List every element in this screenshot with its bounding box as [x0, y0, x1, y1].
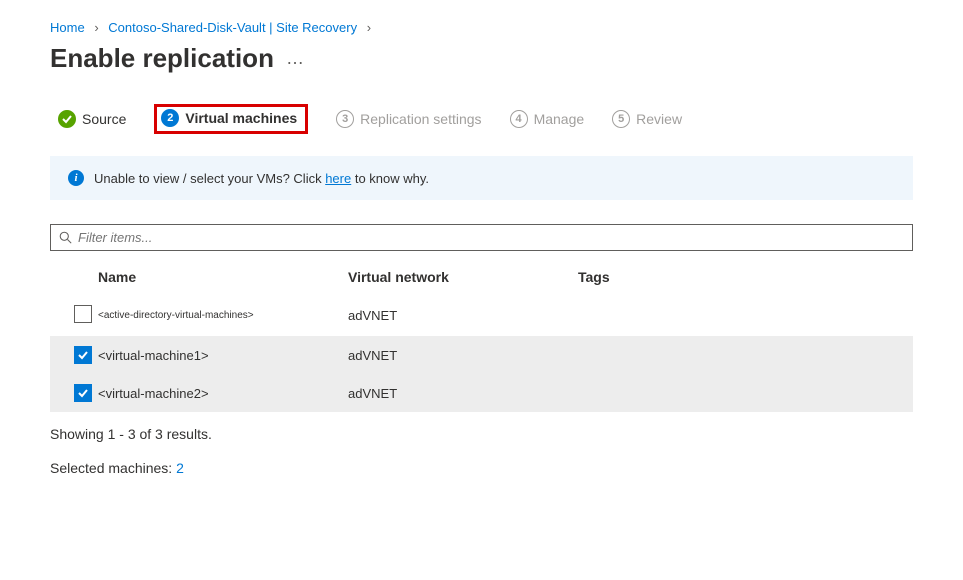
vm-name: <active-directory-virtual-machines>: [98, 310, 348, 321]
chevron-right-icon: ›: [367, 20, 371, 35]
chevron-right-icon: ›: [94, 20, 98, 35]
breadcrumb-home[interactable]: Home: [50, 20, 85, 35]
vm-table: Name Virtual network Tags <active-direct…: [50, 261, 913, 412]
results-count: Showing 1 - 3 of 3 results.: [50, 426, 913, 442]
column-network[interactable]: Virtual network: [348, 269, 578, 285]
info-text: Unable to view / select your VMs? Click …: [94, 171, 429, 186]
step-number-icon: 4: [510, 110, 528, 128]
wizard-steps: Source 2 Virtual machines 3 Replication …: [50, 104, 913, 134]
vm-name: <virtual-machine1>: [98, 348, 348, 363]
table-header: Name Virtual network Tags: [50, 261, 913, 295]
step-number-icon: 3: [336, 110, 354, 128]
selected-count: Selected machines: 2: [50, 460, 913, 476]
step-label: Virtual machines: [185, 110, 297, 126]
table-row[interactable]: <virtual-machine2>adVNET: [50, 374, 913, 412]
step-number-icon: 2: [161, 109, 179, 127]
vm-name: <virtual-machine2>: [98, 386, 348, 401]
page-title: Enable replication: [50, 43, 274, 74]
step-label: Replication settings: [360, 111, 481, 127]
step-label: Review: [636, 111, 682, 127]
table-row[interactable]: <active-directory-virtual-machines>adVNE…: [50, 295, 913, 336]
breadcrumb-vault[interactable]: Contoso-Shared-Disk-Vault | Site Recover…: [108, 20, 357, 35]
column-tags[interactable]: Tags: [578, 269, 913, 285]
row-checkbox[interactable]: [74, 384, 92, 402]
step-highlight: 2 Virtual machines: [154, 104, 308, 134]
vm-network: adVNET: [348, 308, 578, 323]
breadcrumb: Home › Contoso-Shared-Disk-Vault | Site …: [50, 20, 913, 35]
filter-input[interactable]: [78, 230, 904, 245]
info-banner: i Unable to view / select your VMs? Clic…: [50, 156, 913, 200]
vm-network: adVNET: [348, 386, 578, 401]
table-row[interactable]: <virtual-machine1>adVNET: [50, 336, 913, 374]
more-actions-button[interactable]: …: [286, 48, 305, 69]
step-label: Manage: [534, 111, 585, 127]
step-label: Source: [82, 111, 126, 127]
step-manage[interactable]: 4 Manage: [510, 110, 585, 128]
step-number-icon: 5: [612, 110, 630, 128]
check-icon: [58, 110, 76, 128]
info-link[interactable]: here: [325, 171, 351, 186]
vm-network: adVNET: [348, 348, 578, 363]
column-name[interactable]: Name: [98, 269, 348, 285]
step-virtual-machines[interactable]: 2 Virtual machines: [161, 109, 297, 127]
info-icon: i: [68, 170, 84, 186]
search-icon: [59, 231, 72, 244]
step-review[interactable]: 5 Review: [612, 110, 682, 128]
step-source[interactable]: Source: [58, 110, 126, 128]
step-replication-settings[interactable]: 3 Replication settings: [336, 110, 481, 128]
filter-box[interactable]: [50, 224, 913, 251]
row-checkbox[interactable]: [74, 305, 92, 323]
row-checkbox[interactable]: [74, 346, 92, 364]
